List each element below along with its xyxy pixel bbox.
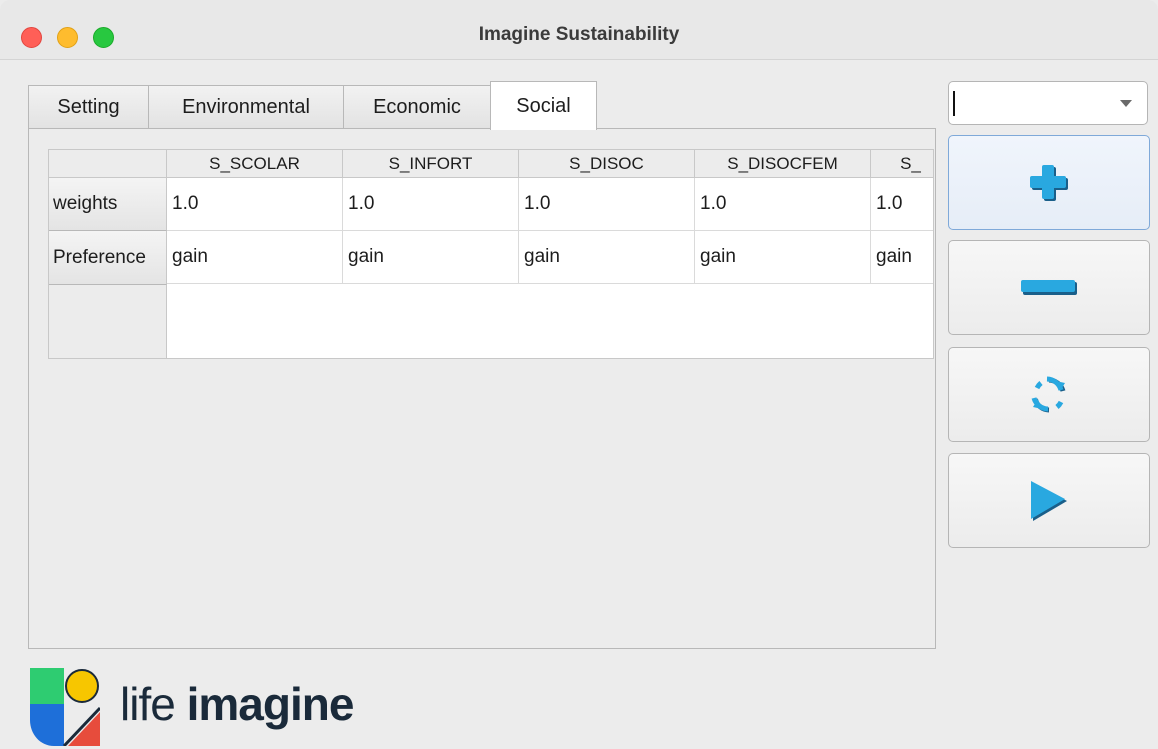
title-bar: Imagine Sustainability [0,0,1158,60]
row-header-preference[interactable]: Preference [49,231,167,285]
table-cell[interactable]: 1.0 [343,178,519,231]
life-imagine-logo-icon [30,668,100,746]
column-header[interactable]: S_INFORT [343,150,519,178]
tab-environmental[interactable]: Environmental [148,85,344,129]
minus-icon [1021,279,1077,295]
brand-wordmark: life imagine [120,677,355,731]
tab-setting[interactable]: Setting [28,85,149,129]
app-window: Imagine Sustainability Setting Environme… [0,0,1158,749]
combo-input[interactable] [955,89,1115,117]
table-cell[interactable]: 1.0 [871,178,933,231]
social-tab-panel: S_SCOLAR S_INFORT S_DISOC S_DISOCFEM S_ … [28,128,936,649]
add-button[interactable] [948,135,1150,230]
table-cell[interactable]: gain [343,231,519,284]
column-header[interactable]: S_ [871,150,933,178]
chevron-down-icon[interactable] [1120,100,1132,107]
remove-button[interactable] [948,240,1150,335]
table-cell[interactable]: gain [519,231,695,284]
play-icon [1031,480,1067,521]
row-header-weights[interactable]: weights [49,178,167,231]
table-cell[interactable]: 1.0 [695,178,871,231]
refresh-button[interactable] [948,347,1150,442]
row-header-empty [49,285,167,358]
item-combo-box[interactable] [948,81,1148,125]
table-corner [49,150,167,178]
brand-name: imagine [186,678,355,730]
tab-social[interactable]: Social [490,81,597,130]
window-title: Imagine Sustainability [478,24,680,45]
tab-economic[interactable]: Economic [343,85,491,129]
column-header[interactable]: S_SCOLAR [167,150,343,178]
refresh-icon [1031,376,1066,412]
table-cell[interactable]: gain [167,231,343,284]
run-button[interactable] [948,453,1150,548]
column-header[interactable]: S_DISOC [519,150,695,178]
table-cell[interactable]: 1.0 [519,178,695,231]
brand-prefix: life [120,678,176,730]
table-cell[interactable]: 1.0 [167,178,343,231]
criteria-table[interactable]: S_SCOLAR S_INFORT S_DISOC S_DISOCFEM S_ … [48,149,934,359]
column-header[interactable]: S_DISOCFEM [695,150,871,178]
table-cell[interactable]: gain [871,231,933,284]
table-cell[interactable]: gain [695,231,871,284]
plus-icon [1030,164,1068,201]
